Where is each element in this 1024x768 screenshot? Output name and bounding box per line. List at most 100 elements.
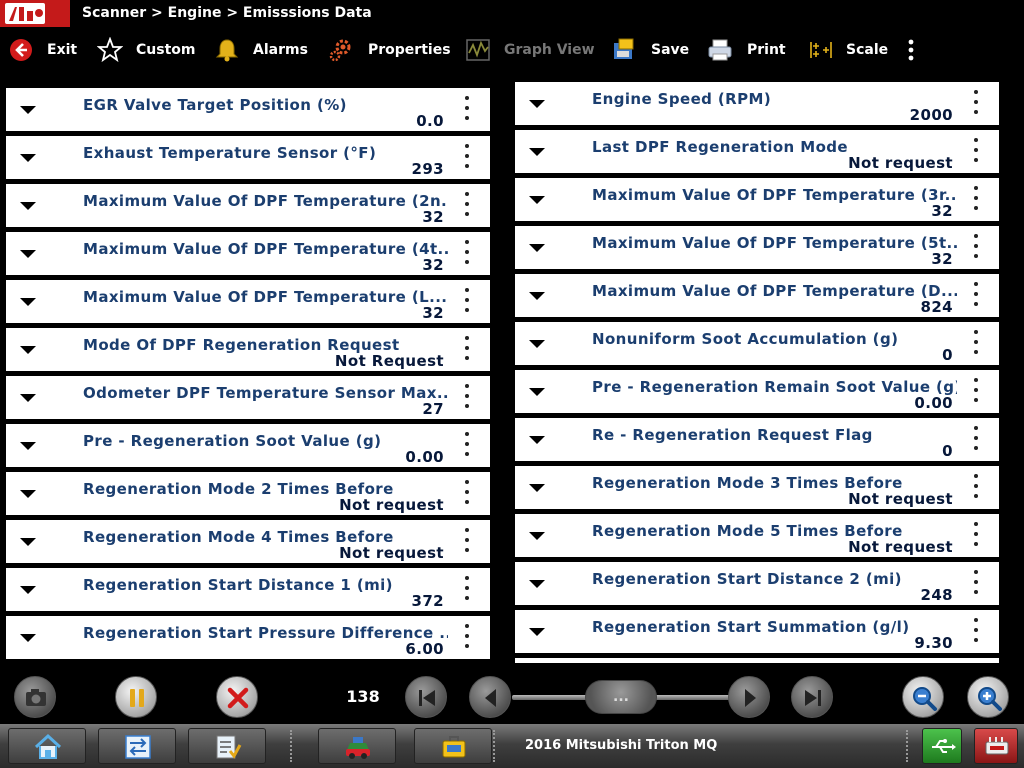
expand-arrow-icon[interactable] xyxy=(529,148,545,156)
data-row[interactable]: Maximum Value Of DPF Temperature (D... 82… xyxy=(515,274,999,317)
data-row[interactable]: Pre - Regeneration Remain Soot Value (g)… xyxy=(515,370,999,413)
vehicle-button[interactable] xyxy=(318,728,396,764)
pause-button[interactable] xyxy=(115,676,157,718)
data-row[interactable]: Regeneration Mode 4 Times Before Not requ… xyxy=(6,520,490,563)
row-menu-icon[interactable] xyxy=(465,96,469,122)
expand-arrow-icon[interactable] xyxy=(20,106,36,114)
expand-arrow-icon[interactable] xyxy=(20,394,36,402)
usb-status-button[interactable] xyxy=(922,728,962,764)
data-row[interactable]: Engine Speed (RPM) 2000 xyxy=(515,82,999,125)
data-row[interactable]: Re - Regeneration Request Flag 0 xyxy=(515,418,999,461)
expand-arrow-icon[interactable] xyxy=(529,100,545,108)
expand-arrow-icon[interactable] xyxy=(529,532,545,540)
row-menu-icon[interactable] xyxy=(974,282,978,308)
save-button[interactable]: Save xyxy=(611,27,689,72)
data-row[interactable]: Regeneration Time Last (min) xyxy=(515,658,999,663)
scrub-thumb[interactable]: ... xyxy=(585,680,657,714)
expand-arrow-icon[interactable] xyxy=(20,202,36,210)
data-row[interactable]: Maximum Value Of DPF Temperature (3r... 3… xyxy=(515,178,999,221)
expand-arrow-icon[interactable] xyxy=(20,298,36,306)
row-menu-icon[interactable] xyxy=(465,576,469,602)
row-menu-icon[interactable] xyxy=(974,330,978,356)
expand-arrow-icon[interactable] xyxy=(529,484,545,492)
row-menu-icon[interactable] xyxy=(465,336,469,362)
row-menu-icon[interactable] xyxy=(974,186,978,212)
data-row[interactable]: Regeneration Start Summation (g/l) 9.30 xyxy=(515,610,999,653)
home-button[interactable] xyxy=(8,728,86,764)
row-menu-icon[interactable] xyxy=(465,528,469,554)
expand-arrow-icon[interactable] xyxy=(529,388,545,396)
data-row[interactable]: Regeneration Start Pressure Difference .… xyxy=(6,616,490,659)
expand-arrow-icon[interactable] xyxy=(20,538,36,546)
expand-arrow-icon[interactable] xyxy=(20,586,36,594)
row-menu-icon[interactable] xyxy=(974,522,978,548)
row-menu-icon[interactable] xyxy=(465,240,469,266)
alarms-button[interactable]: Alarms xyxy=(214,27,308,72)
row-menu-icon[interactable] xyxy=(974,90,978,116)
data-row[interactable]: Exhaust Temperature Sensor (°F) 293 xyxy=(6,136,490,179)
custom-button[interactable]: Custom xyxy=(97,27,195,72)
row-menu-icon[interactable] xyxy=(465,480,469,506)
row-menu-icon[interactable] xyxy=(465,144,469,170)
graph-view-button[interactable]: Graph View xyxy=(465,27,595,72)
scale-button[interactable]: Scale xyxy=(808,27,888,72)
data-row[interactable]: Maximum Value Of DPF Temperature (4t... 3… xyxy=(6,232,490,275)
expand-arrow-icon[interactable] xyxy=(20,250,36,258)
data-row[interactable]: Maximum Value Of DPF Temperature (2n... 3… xyxy=(6,184,490,227)
row-menu-icon[interactable] xyxy=(465,288,469,314)
row-menu-icon[interactable] xyxy=(974,378,978,404)
data-row[interactable]: Maximum Value Of DPF Temperature (L... 32 xyxy=(6,280,490,323)
row-menu-icon[interactable] xyxy=(465,384,469,410)
row-menu-icon[interactable] xyxy=(974,138,978,164)
stop-button[interactable] xyxy=(216,676,258,718)
row-menu-icon[interactable] xyxy=(465,192,469,218)
row-menu-icon[interactable] xyxy=(974,426,978,452)
data-row[interactable]: Regeneration Mode 5 Times Before Not requ… xyxy=(515,514,999,557)
expand-arrow-icon[interactable] xyxy=(529,580,545,588)
data-row[interactable]: EGR Valve Target Position (%) 0.0 xyxy=(6,88,490,131)
expand-arrow-icon[interactable] xyxy=(20,346,36,354)
expand-arrow-icon[interactable] xyxy=(20,490,36,498)
toolbox-button[interactable] xyxy=(414,728,492,764)
expand-arrow-icon[interactable] xyxy=(20,634,36,642)
exit-button[interactable]: Exit xyxy=(8,27,77,72)
expand-arrow-icon[interactable] xyxy=(20,154,36,162)
data-row[interactable]: Regeneration Mode 2 Times Before Not requ… xyxy=(6,472,490,515)
zoom-out-button[interactable] xyxy=(902,676,944,718)
row-menu-icon[interactable] xyxy=(465,624,469,650)
row-menu-icon[interactable] xyxy=(974,474,978,500)
last-frame-button[interactable] xyxy=(791,676,833,718)
row-menu-icon[interactable] xyxy=(465,432,469,458)
row-menu-icon[interactable] xyxy=(974,234,978,260)
expand-arrow-icon[interactable] xyxy=(529,292,545,300)
expand-arrow-icon[interactable] xyxy=(529,628,545,636)
switch-view-button[interactable] xyxy=(98,728,176,764)
expand-arrow-icon[interactable] xyxy=(529,244,545,252)
snapshot-button[interactable] xyxy=(14,676,56,718)
vci-status-button[interactable] xyxy=(974,728,1018,764)
app-logo[interactable] xyxy=(0,0,70,27)
data-row[interactable]: Regeneration Mode 3 Times Before Not requ… xyxy=(515,466,999,509)
next-frame-button[interactable] xyxy=(728,676,770,718)
row-menu-icon[interactable] xyxy=(974,618,978,644)
data-list-button[interactable] xyxy=(188,728,266,764)
data-row[interactable]: Mode Of DPF Regeneration Request Not Requ… xyxy=(6,328,490,371)
expand-arrow-icon[interactable] xyxy=(20,442,36,450)
expand-arrow-icon[interactable] xyxy=(529,436,545,444)
previous-frame-button[interactable] xyxy=(469,676,511,718)
data-row[interactable]: Nonuniform Soot Accumulation (g) 0 xyxy=(515,322,999,365)
row-menu-icon[interactable] xyxy=(974,570,978,596)
data-row[interactable]: Odometer DPF Temperature Sensor Max... 27 xyxy=(6,376,490,419)
data-row[interactable]: Maximum Value Of DPF Temperature (5t... 3… xyxy=(515,226,999,269)
expand-arrow-icon[interactable] xyxy=(529,196,545,204)
expand-arrow-icon[interactable] xyxy=(529,340,545,348)
data-row[interactable]: Last DPF Regeneration Mode Not request xyxy=(515,130,999,173)
zoom-in-button[interactable] xyxy=(967,676,1009,718)
left-data-panel[interactable]: EGR Valve Target Position (%) 0.0 Exhaust … xyxy=(6,82,490,663)
data-row[interactable]: Regeneration Start Distance 1 (mi) 372 xyxy=(6,568,490,611)
data-row[interactable]: Pre - Regeneration Soot Value (g) 0.00 xyxy=(6,424,490,467)
more-options-button[interactable] xyxy=(906,27,916,72)
print-button[interactable]: Print xyxy=(707,27,786,72)
data-row[interactable]: Regeneration Start Distance 2 (mi) 248 xyxy=(515,562,999,605)
right-data-panel[interactable]: Engine Speed (RPM) 2000 Last DPF Regenerat… xyxy=(515,82,999,663)
